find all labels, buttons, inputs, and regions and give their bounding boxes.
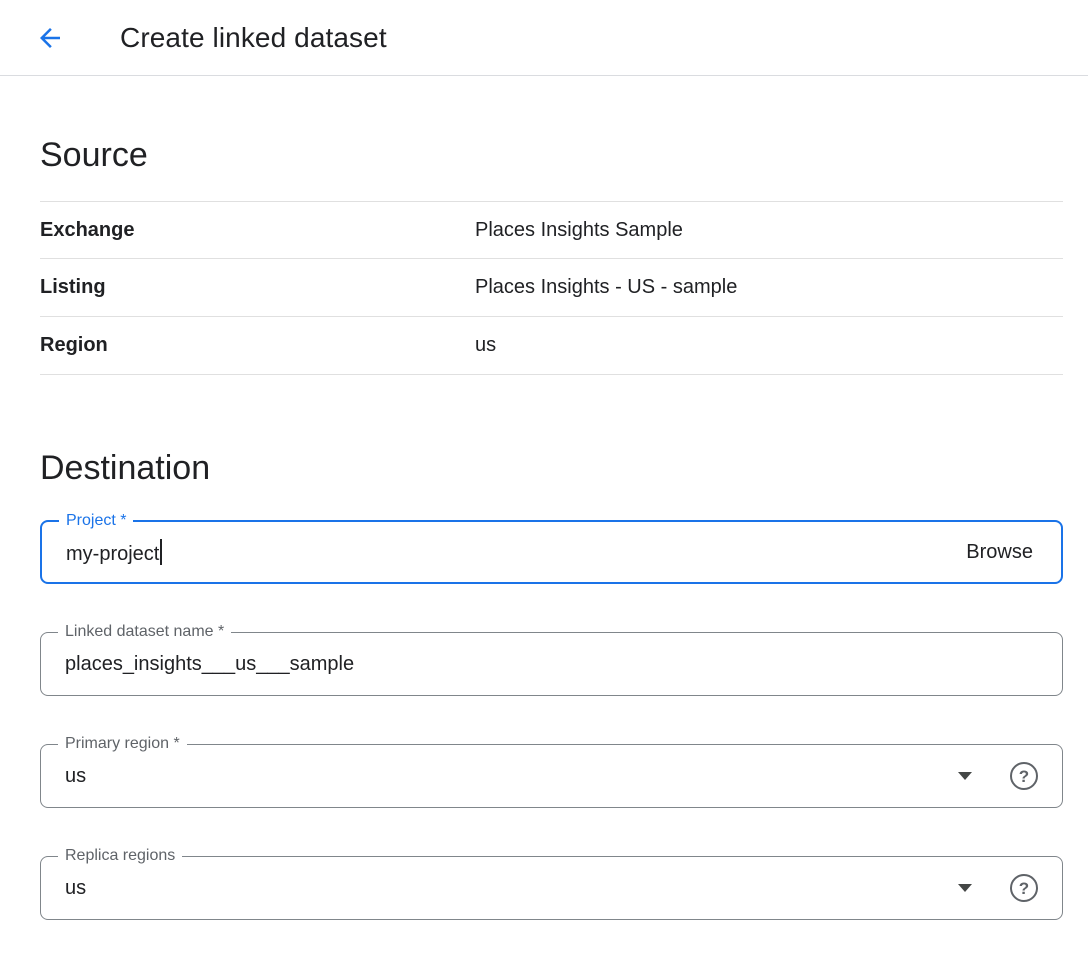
help-icon[interactable]: ? [1010, 762, 1038, 790]
arrow-back-icon [35, 23, 65, 53]
replica-regions-label: Replica regions [58, 846, 182, 866]
replica-regions-select[interactable]: Replica regions us ? [40, 856, 1063, 920]
browse-button[interactable]: Browse [962, 541, 1037, 564]
project-field-label: Project * [59, 511, 133, 531]
primary-region-value: us [65, 765, 958, 788]
listing-label: Listing [40, 276, 475, 299]
destination-fields: Project * my-project Browse Linked datas… [40, 520, 1063, 920]
destination-heading: Destination [0, 449, 1088, 488]
project-field[interactable]: Project * my-project Browse [40, 520, 1063, 584]
table-row: Listing Places Insights - US - sample [40, 259, 1063, 317]
exchange-label: Exchange [40, 219, 475, 242]
source-heading: Source [0, 136, 1088, 175]
primary-region-select[interactable]: Primary region * us ? [40, 744, 1063, 808]
primary-region-label: Primary region * [58, 734, 187, 754]
header: Create linked dataset [0, 0, 1088, 76]
source-table: Exchange Places Insights Sample Listing … [40, 201, 1063, 375]
region-label: Region [40, 334, 475, 357]
project-input[interactable]: my-project [66, 539, 962, 566]
page-title: Create linked dataset [120, 22, 387, 54]
replica-regions-value: us [65, 877, 958, 900]
back-button[interactable] [34, 22, 66, 54]
table-row: Exchange Places Insights Sample [40, 201, 1063, 259]
chevron-down-icon [958, 772, 972, 780]
region-value: us [475, 334, 496, 357]
dataset-name-field[interactable]: Linked dataset name * places_insights___… [40, 632, 1063, 696]
chevron-down-icon [958, 884, 972, 892]
listing-value: Places Insights - US - sample [475, 276, 737, 299]
table-row: Region us [40, 317, 1063, 375]
dataset-name-input[interactable]: places_insights___us___sample [65, 653, 1038, 676]
help-icon[interactable]: ? [1010, 874, 1038, 902]
text-cursor [160, 539, 162, 565]
exchange-value: Places Insights Sample [475, 219, 683, 242]
dataset-name-label: Linked dataset name * [58, 622, 231, 642]
